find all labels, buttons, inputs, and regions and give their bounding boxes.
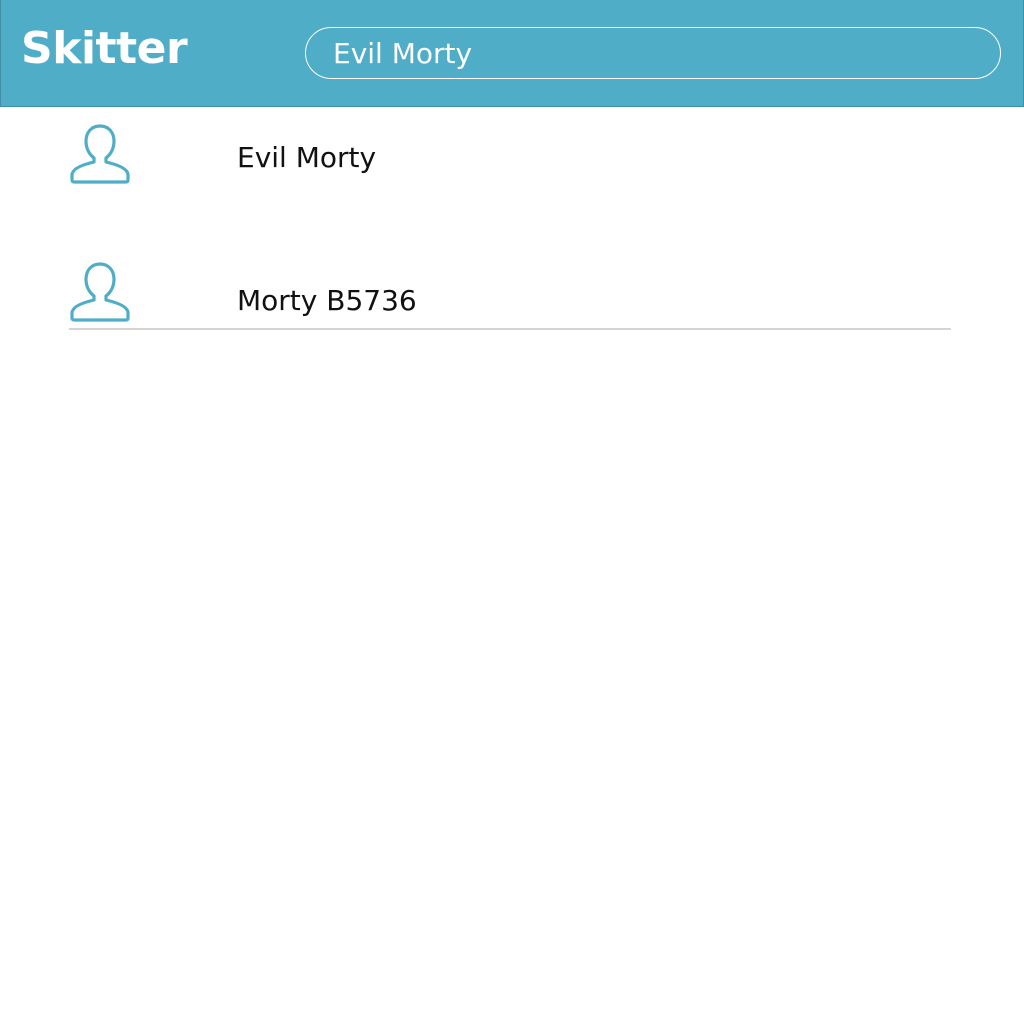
search-input[interactable] xyxy=(305,27,1001,79)
user-icon xyxy=(69,261,131,323)
result-name: Morty B5736 xyxy=(237,284,417,317)
top-bar: Skitter xyxy=(0,0,1024,107)
app-root: Skitter Evil Morty Morty B5736 xyxy=(0,0,1024,1024)
result-name: Evil Morty xyxy=(237,141,377,174)
result-item-morty-b5736[interactable]: Morty B5736 xyxy=(69,251,951,351)
app-logo[interactable]: Skitter xyxy=(21,21,188,77)
user-icon xyxy=(69,123,131,185)
result-item-evil-morty[interactable]: Evil Morty xyxy=(69,107,951,207)
